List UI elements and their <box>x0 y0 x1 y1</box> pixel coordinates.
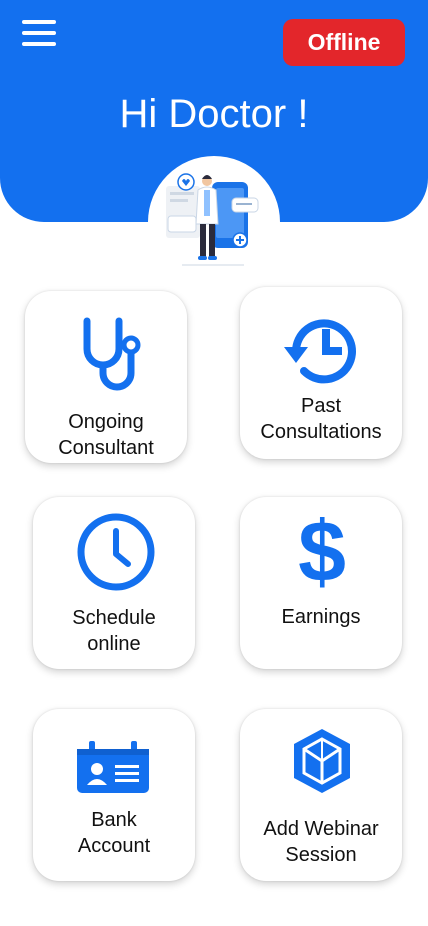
dollar-icon: $ <box>298 509 346 589</box>
doctor-illustration <box>166 173 259 266</box>
svg-text:$: $ <box>298 509 346 589</box>
history-icon <box>284 319 356 384</box>
status-badge[interactable]: Offline <box>283 19 405 66</box>
page-title: Hi Doctor ! <box>119 92 309 136</box>
bank-account-card[interactable]: Bank Account <box>33 709 195 881</box>
card-label: Earnings <box>281 606 361 628</box>
id-card-icon <box>77 741 149 793</box>
card-label: Bank Account <box>77 809 151 857</box>
card-label: Schedule online <box>72 607 156 655</box>
add-webinar-session-card[interactable]: Add Webinar Session <box>240 709 402 881</box>
schedule-online-card[interactable]: Schedule online <box>33 497 195 669</box>
hamburger-menu-icon[interactable] <box>22 20 56 50</box>
ongoing-consultant-card[interactable]: Ongoing Consultant <box>25 291 187 463</box>
stethoscope-icon <box>83 317 141 391</box>
card-label: Past Consultations <box>260 395 382 443</box>
cube-icon <box>294 729 350 793</box>
clock-icon <box>77 513 155 591</box>
card-label: Add Webinar Session <box>263 818 379 866</box>
card-label: Ongoing Consultant <box>58 411 154 459</box>
earnings-card[interactable]: $ Earnings <box>240 497 402 669</box>
doctor-avatar <box>148 156 280 288</box>
past-consultations-card[interactable]: Past Consultations <box>240 287 402 459</box>
